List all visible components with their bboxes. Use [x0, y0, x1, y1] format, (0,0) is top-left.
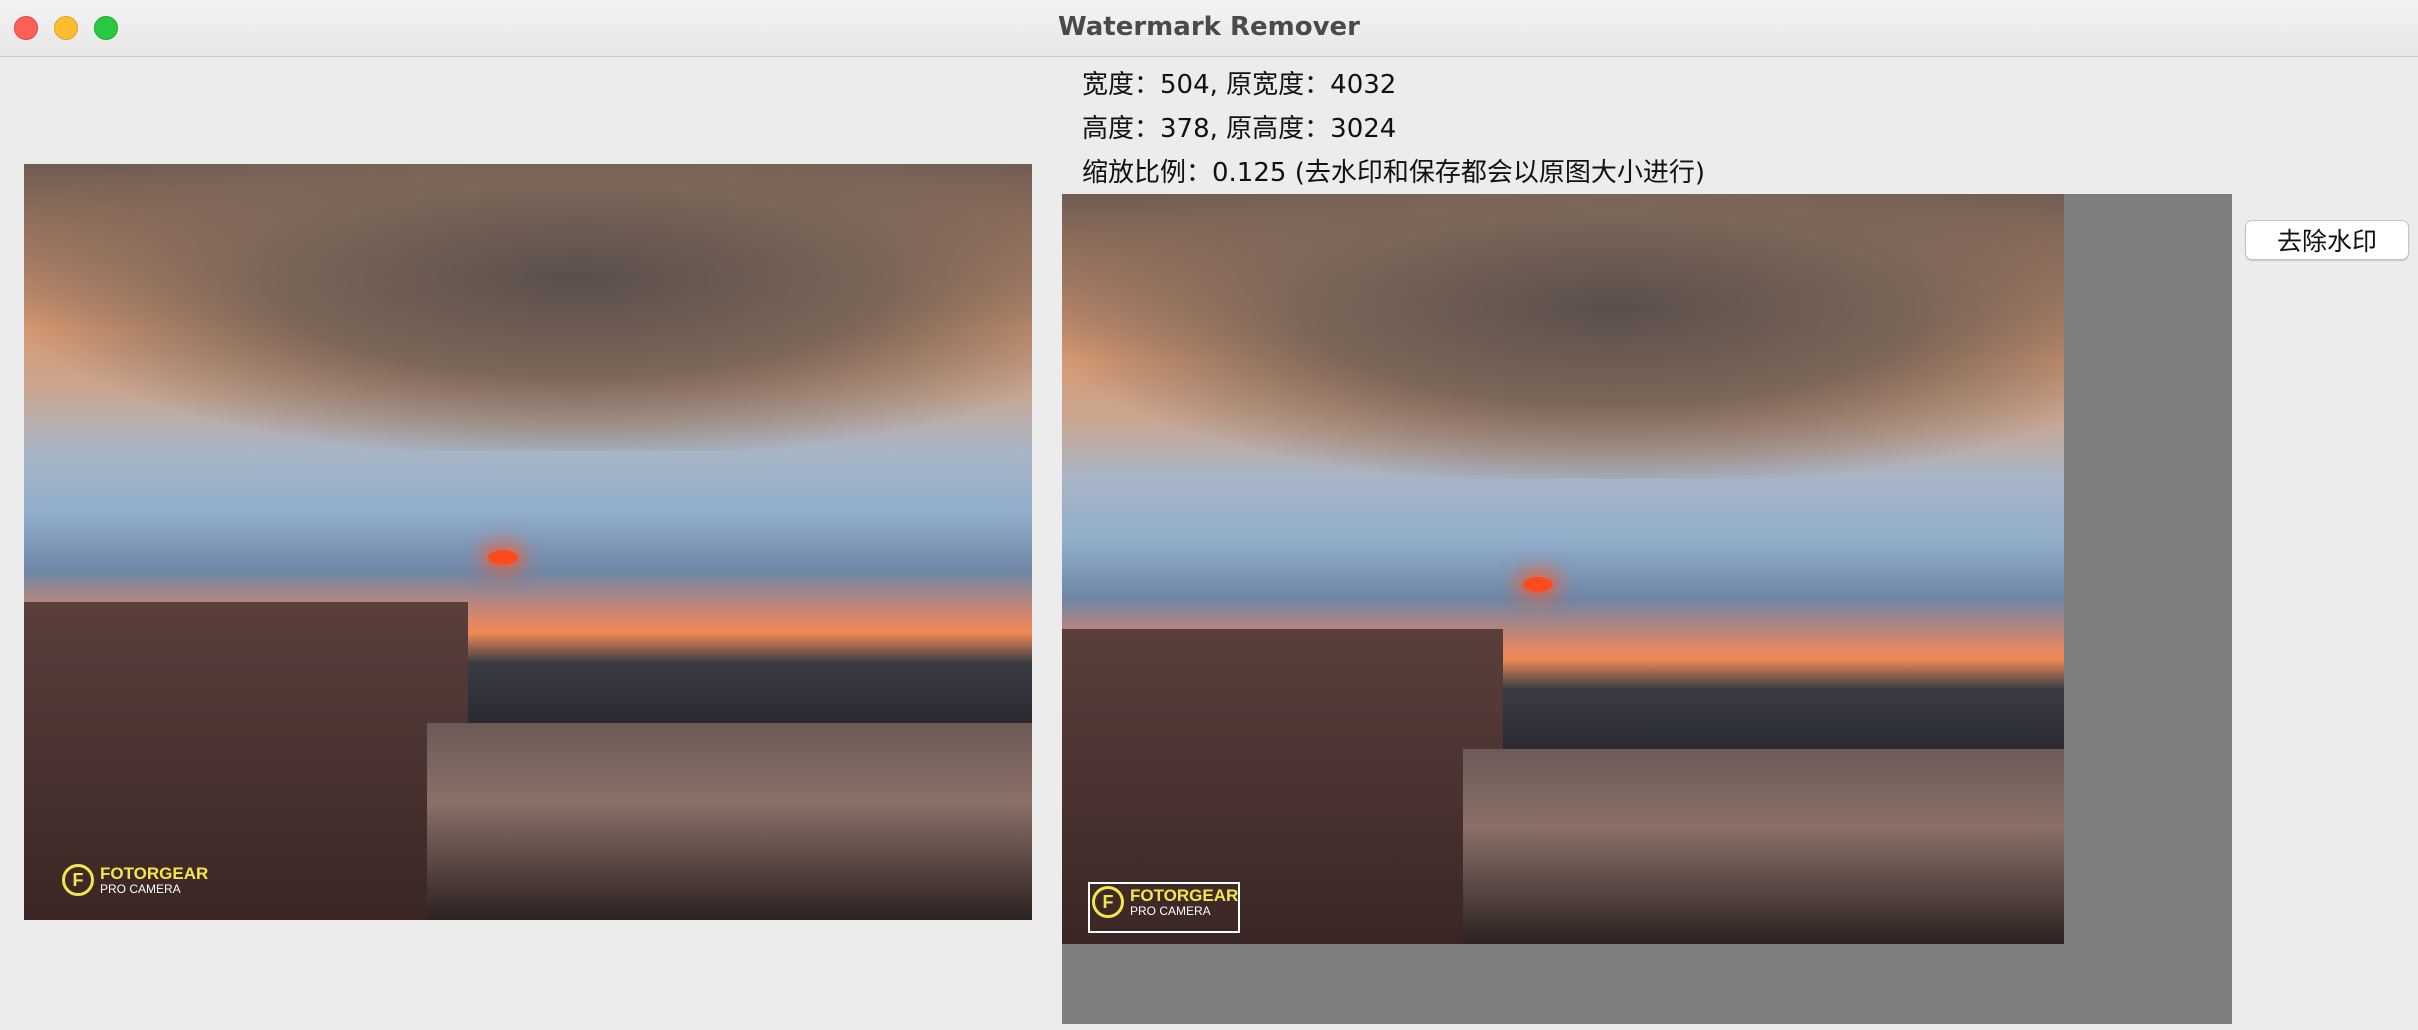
- cloud-area: [1062, 194, 2064, 479]
- wet-rooftop: [1462, 749, 2064, 944]
- height-info: 高度：378, 原高度：3024: [1082, 114, 1397, 144]
- editable-image[interactable]: F FOTORGEAR PRO CAMERA: [1062, 194, 2064, 944]
- scale-info: 缩放比例：0.125 (去水印和保存都会以原图大小进行): [1082, 158, 1705, 188]
- remove-watermark-button[interactable]: 去除水印: [2245, 220, 2409, 260]
- watermark-logo: F FOTORGEAR PRO CAMERA: [62, 864, 208, 896]
- sunset: [487, 549, 518, 565]
- wet-rooftop: [427, 723, 1032, 920]
- sunset: [1522, 576, 1553, 592]
- window-title: Watermark Remover: [1058, 12, 1360, 42]
- watermark-selection-box[interactable]: [1088, 882, 1240, 933]
- fotorgear-logo-icon: F: [62, 864, 94, 896]
- cloud-area: [24, 164, 1032, 452]
- original-image-preview: F FOTORGEAR PRO CAMERA: [24, 164, 1032, 920]
- watermark-brand: FOTORGEAR: [100, 863, 209, 883]
- width-info: 宽度：504, 原宽度：4032: [1082, 70, 1397, 100]
- title-bar: Watermark Remover: [0, 0, 2418, 57]
- watermark-sub: PRO CAMERA: [100, 881, 181, 896]
